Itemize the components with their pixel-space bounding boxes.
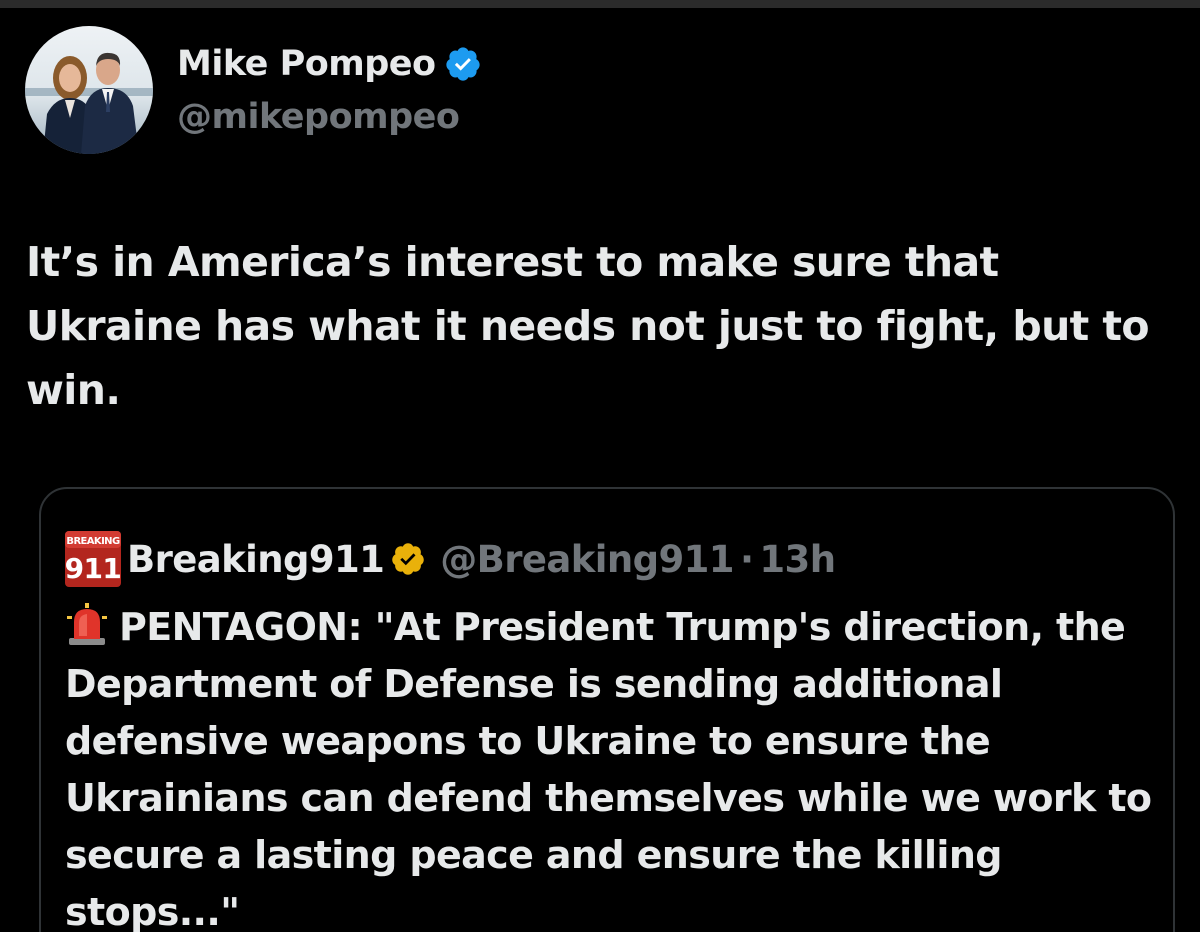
quoted-tweet-header: BREAKING 911 Breaking911 @Breaking911 · …	[65, 531, 836, 587]
quoted-tweet-body: PENTAGON: "At President Trump's directio…	[65, 599, 1155, 932]
author-handle[interactable]: @mikepompeo	[177, 97, 460, 137]
quoted-tweet-card[interactable]: BREAKING 911 Breaking911 @Breaking911 · …	[39, 487, 1175, 932]
blue-verified-badge-icon	[445, 47, 480, 81]
quoted-tweet-text: PENTAGON: "At President Trump's directio…	[65, 605, 1152, 932]
police-siren-icon	[67, 603, 107, 645]
logo-big-text: 911	[65, 552, 121, 585]
author-name[interactable]: Mike Pompeo	[177, 44, 436, 84]
author-avatar[interactable]	[25, 26, 153, 154]
quoted-author-name[interactable]: Breaking911	[127, 538, 385, 581]
avatar-photo	[25, 26, 153, 154]
dot-separator: ·	[739, 537, 754, 581]
tweet-text: It’s in America’s interest to make sure …	[26, 238, 1150, 414]
gold-verified-badge-icon	[392, 543, 425, 575]
quoted-author-handle[interactable]: @Breaking911	[440, 538, 734, 581]
quoted-timestamp[interactable]: 13h	[759, 538, 836, 581]
top-edge-bar	[0, 0, 1200, 8]
author-name-row[interactable]: Mike Pompeo	[177, 44, 482, 84]
logo-small-text: BREAKING	[66, 536, 120, 547]
tweet-screenshot: Mike Pompeo @mikepompeo It’s in America’…	[0, 0, 1200, 932]
breaking911-logo-icon[interactable]: BREAKING 911	[65, 531, 121, 587]
